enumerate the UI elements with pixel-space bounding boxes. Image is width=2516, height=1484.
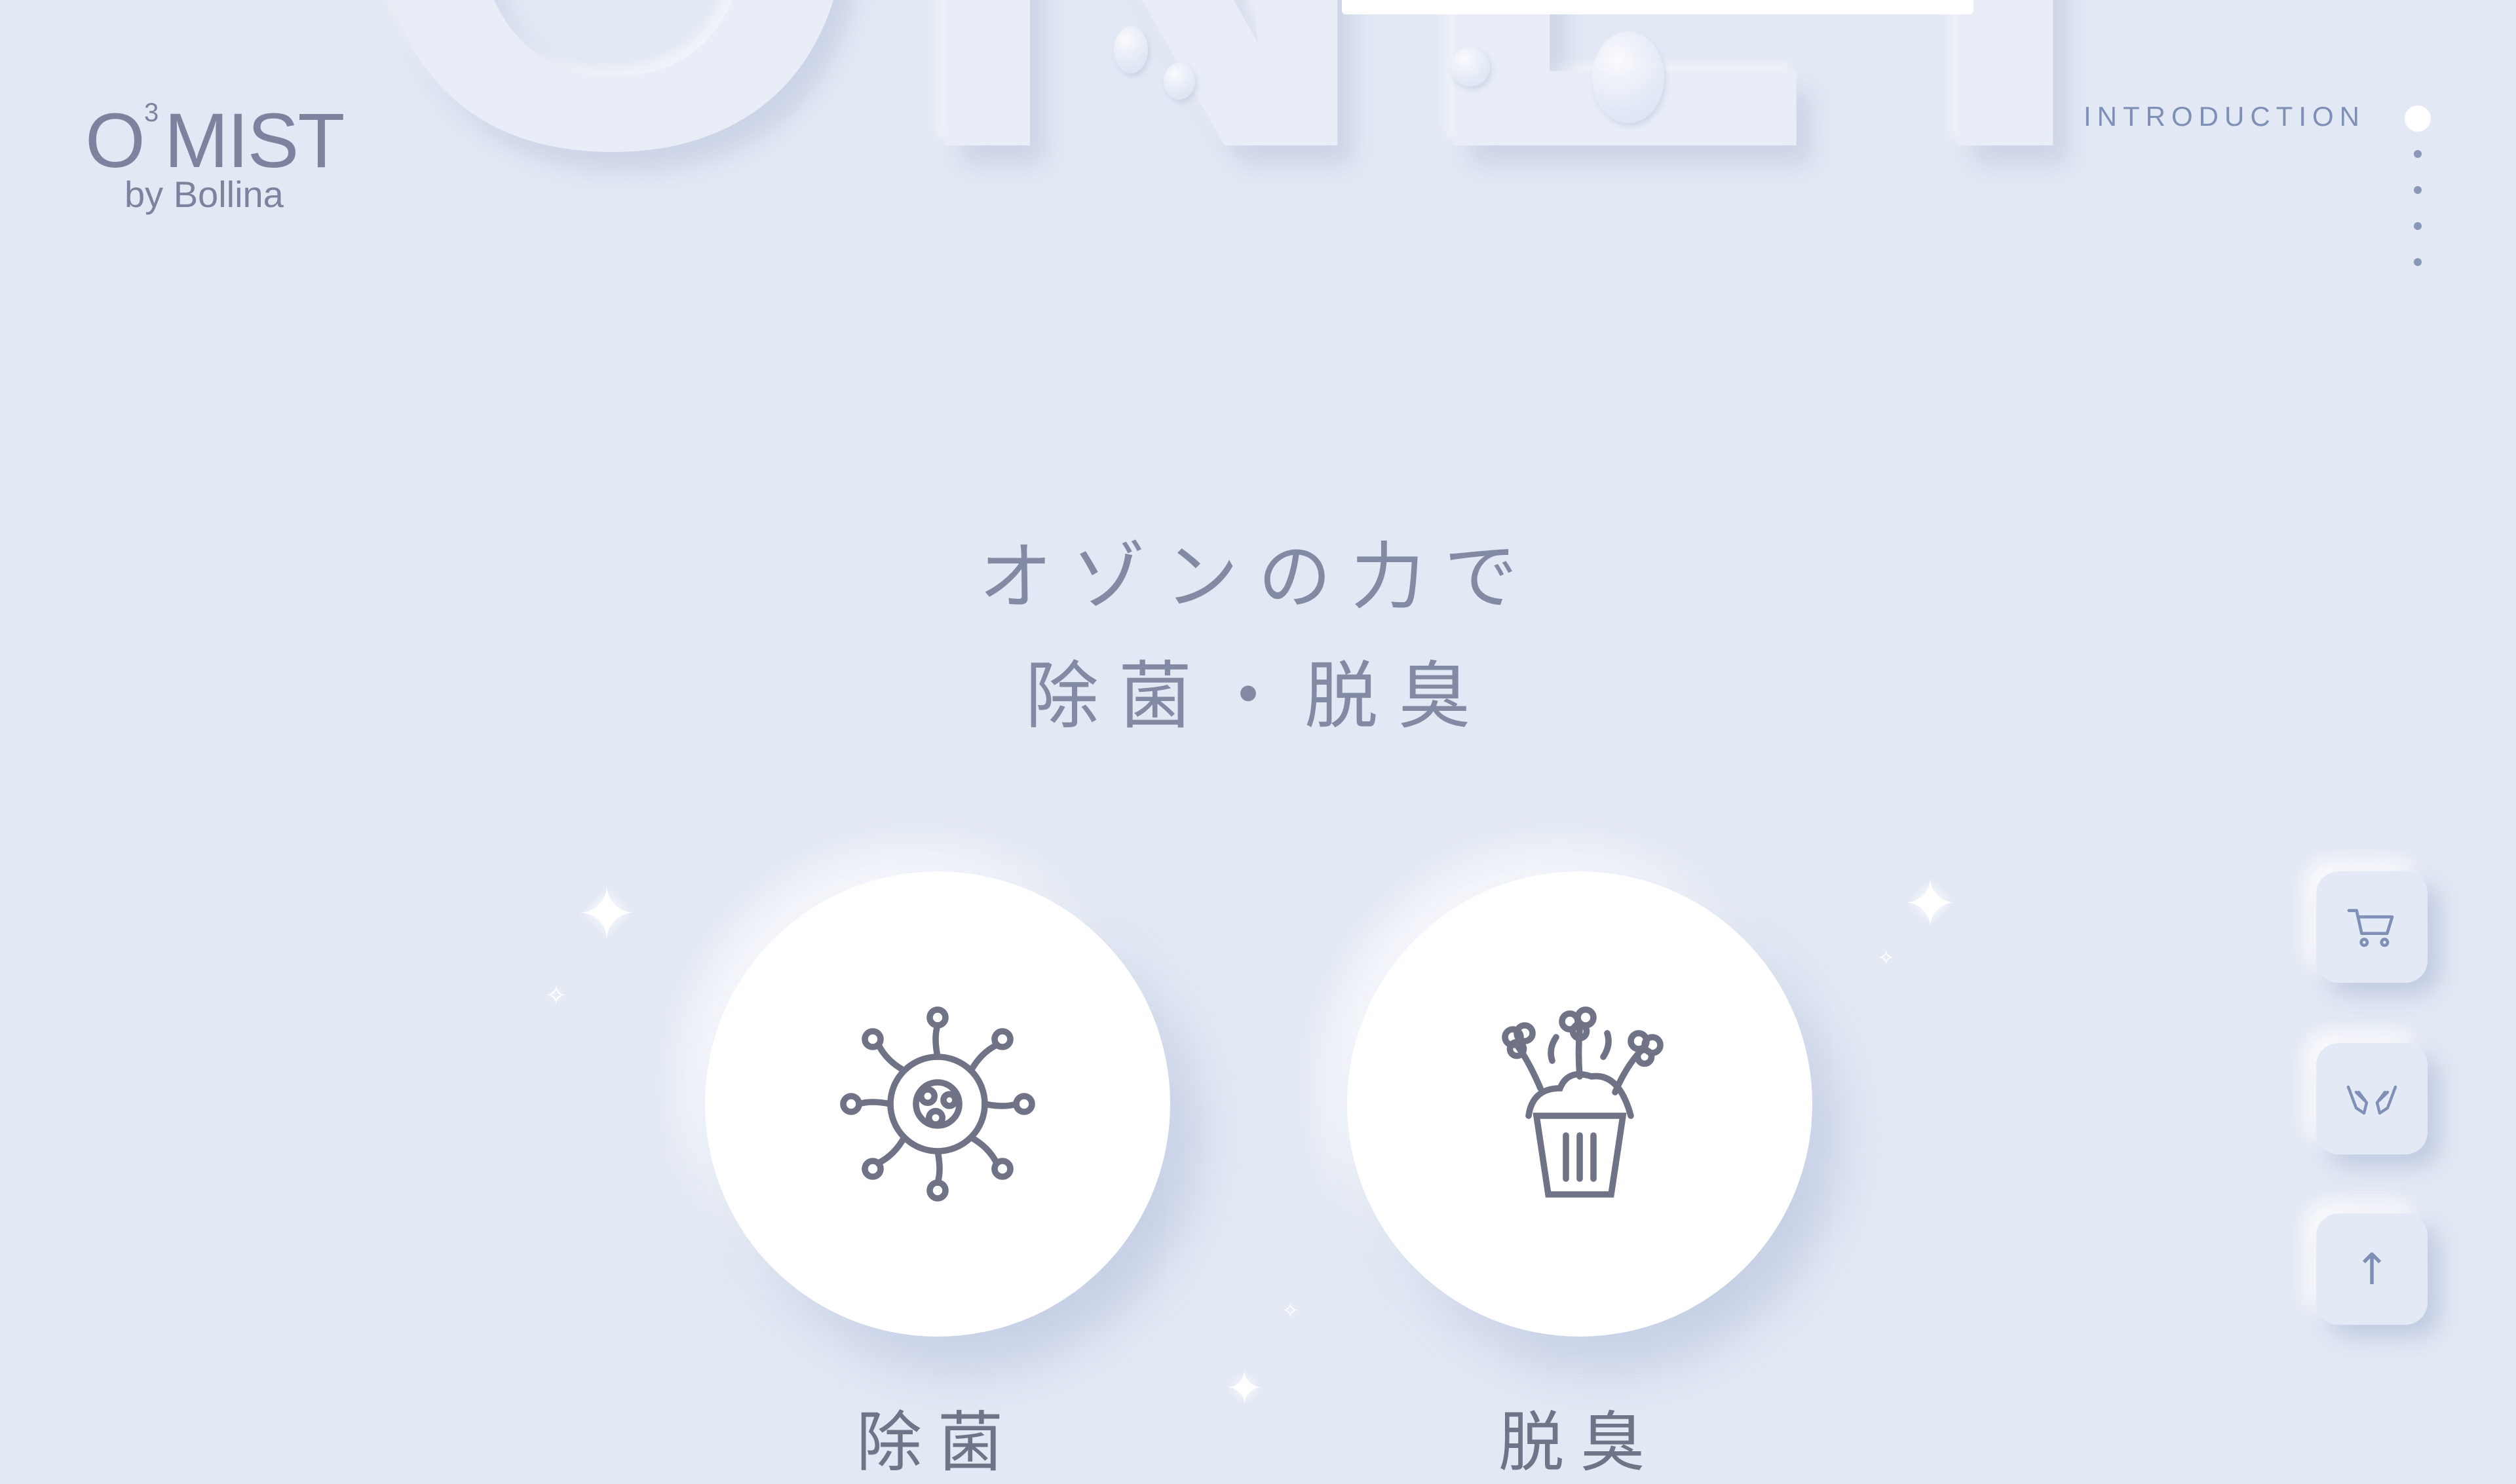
section-nav-dot-active[interactable] xyxy=(2405,105,2431,132)
sparkle-icon: ✧ xyxy=(545,981,567,1011)
water-droplet xyxy=(1114,26,1148,73)
deodorize-trash-icon xyxy=(1502,1006,1664,1198)
sparkle-icon: ✦ xyxy=(577,872,638,956)
logo-superscript: 3 xyxy=(144,98,159,127)
water-droplet xyxy=(1592,31,1664,123)
water-droplet xyxy=(1164,63,1195,100)
section-nav-dot[interactable] xyxy=(2414,186,2422,194)
feature-deodorize-card xyxy=(1347,871,1812,1337)
sparkle-icon: ✧ xyxy=(1878,947,1895,970)
cart-icon xyxy=(2347,909,2394,947)
arrow-up-icon: ↑ xyxy=(2354,1244,2390,1295)
feature-sterilize-card xyxy=(705,871,1170,1337)
background-word: ONLY xyxy=(354,0,2254,249)
section-nav-active-label[interactable]: INTRODUCTION xyxy=(2084,101,2365,132)
feature-deodorize-label: 脱臭 xyxy=(1498,1404,1661,1481)
feature-sterilize-label: 除菌 xyxy=(856,1404,1019,1481)
water-droplet xyxy=(1451,47,1490,86)
sparkle-icon: ✦ xyxy=(1225,1361,1264,1415)
brand-logo[interactable]: O MIST 3 by Bollina xyxy=(85,96,345,227)
scroll-top-button[interactable]: ↑ xyxy=(2316,1213,2428,1325)
virus-icon xyxy=(840,1006,1035,1202)
top-image-edge xyxy=(1342,0,1973,14)
hands-button[interactable] xyxy=(2316,1043,2428,1154)
heading-line-2: 除菌・脱臭 xyxy=(1025,654,1491,739)
section-nav-dot[interactable] xyxy=(2414,258,2422,266)
logo-subtitle: by Bollina xyxy=(124,174,284,215)
sparkle-icon: ✦ xyxy=(1903,866,1958,942)
section-nav-dot[interactable] xyxy=(2414,150,2422,158)
heading-line-1: オゾンの力で xyxy=(979,535,1537,620)
hands-icon xyxy=(2346,1085,2397,1115)
section-nav-dot[interactable] xyxy=(2414,222,2422,230)
sparkle-icon: ✧ xyxy=(1282,1298,1299,1323)
logo-main-text: O MIST xyxy=(85,98,345,184)
cart-button[interactable] xyxy=(2316,871,2428,983)
